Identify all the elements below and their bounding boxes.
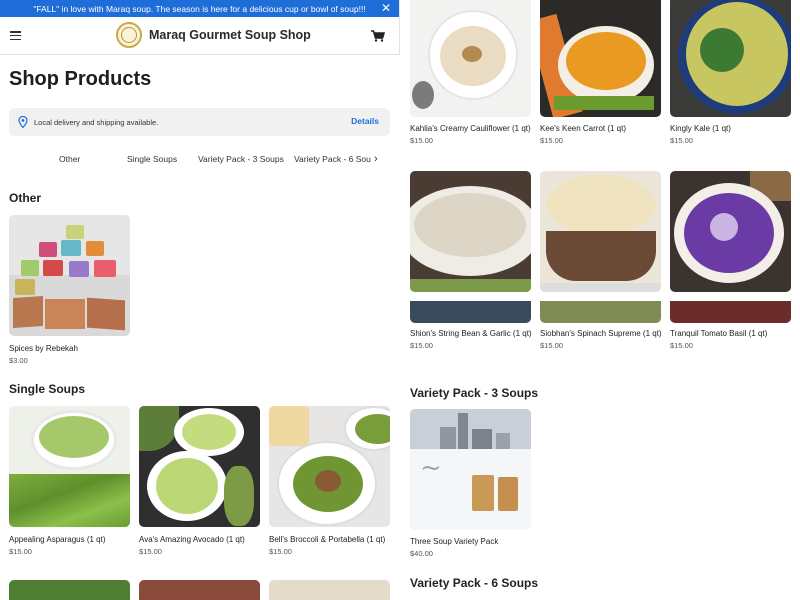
brand[interactable]: Maraq Gourmet Soup Shop	[116, 22, 311, 48]
product-image	[410, 301, 531, 323]
cityscape-graphic: ~	[420, 453, 442, 483]
announcement-banner: "FALL" in love with Maraq soup. The seas…	[0, 0, 399, 17]
product-card[interactable]: Kee's Keen Carrot (1 qt) $15.00	[540, 0, 662, 145]
product-image	[9, 406, 130, 527]
product-card[interactable]: Kingly Kale (1 qt) $15.00	[670, 0, 792, 145]
product-name: Siobhan's Spinach Supreme (1 qt)	[540, 329, 662, 338]
category-tabs: Other Single Soups Variety Pack - 3 Soup…	[0, 150, 390, 170]
product-price: $15.00	[670, 341, 693, 350]
product-price: $15.00	[9, 547, 32, 556]
tab-variety-pack-3[interactable]: Variety Pack - 3 Soups	[198, 154, 284, 164]
product-name: Kee's Keen Carrot (1 qt)	[540, 124, 627, 133]
product-image	[670, 171, 791, 292]
product-card[interactable]: Appealing Asparagus (1 qt) $15.00	[9, 406, 131, 556]
banner-text: "FALL" in love with Maraq soup. The seas…	[33, 3, 366, 14]
section-title-variety-pack-6: Variety Pack - 6 Soups	[410, 576, 539, 590]
product-card[interactable]: Shion's String Bean & Garlic (1 qt) $15.…	[410, 171, 532, 350]
product-price: $15.00	[139, 547, 162, 556]
product-card[interactable]: Ava's Amazing Avocado (1 qt) $15.00	[139, 406, 261, 556]
product-card[interactable]: Bell's Broccoli & Portabella (1 qt) $15.…	[269, 406, 391, 556]
product-image	[670, 0, 791, 117]
site-header: Maraq Gourmet Soup Shop	[0, 17, 399, 55]
product-card[interactable]: ~ Three Soup Variety Pack $40.00	[410, 409, 532, 558]
section-title-variety-pack-3: Variety Pack - 3 Soups	[410, 386, 539, 400]
product-name: Three Soup Variety Pack	[410, 537, 499, 546]
section-title-other: Other	[9, 191, 42, 205]
product-name: Spices by Rebekah	[9, 344, 78, 353]
delivery-notice: Local delivery and shipping available. D…	[9, 108, 390, 136]
brand-name: Maraq Gourmet Soup Shop	[149, 28, 311, 42]
product-image	[410, 171, 531, 292]
product-name: Tranquil Tomato Basil (1 qt)	[670, 329, 768, 338]
product-price: $15.00	[269, 547, 292, 556]
left-pane: "FALL" in love with Maraq soup. The seas…	[0, 0, 399, 600]
product-price: $15.00	[670, 136, 693, 145]
hamburger-icon[interactable]	[10, 31, 21, 41]
close-icon[interactable]: ✕	[381, 1, 391, 15]
page-title: Shop Products	[9, 68, 152, 90]
product-image	[269, 406, 390, 527]
product-name: Kingly Kale (1 qt)	[670, 124, 731, 133]
tab-other[interactable]: Other	[59, 154, 80, 164]
product-price: $15.00	[410, 136, 433, 145]
details-link[interactable]: Details	[351, 116, 379, 126]
delivery-text: Local delivery and shipping available.	[34, 117, 159, 127]
product-price: $40.00	[410, 549, 433, 558]
product-image	[410, 0, 531, 117]
product-price: $15.00	[540, 341, 563, 350]
product-card[interactable]: Siobhan's Spinach Supreme (1 qt) $15.00	[540, 171, 662, 350]
product-name: Shion's String Bean & Garlic (1 qt)	[410, 329, 532, 338]
product-name: Appealing Asparagus (1 qt)	[9, 535, 106, 544]
product-image	[540, 301, 661, 323]
logo	[116, 22, 142, 48]
cart-icon[interactable]	[371, 30, 385, 42]
product-image	[670, 301, 791, 323]
product-card[interactable]: Tranquil Tomato Basil (1 qt) $15.00	[670, 171, 792, 350]
product-price: $3.00	[9, 356, 28, 365]
product-name: Bell's Broccoli & Portabella (1 qt)	[269, 535, 386, 544]
right-pane: Kahlia's Creamy Cauliflower (1 qt) $15.0…	[400, 0, 800, 600]
product-card[interactable]: Kahlia's Creamy Cauliflower (1 qt) $15.0…	[410, 0, 532, 145]
product-image	[540, 0, 661, 117]
product-image[interactable]	[139, 580, 260, 600]
product-name: Kahlia's Creamy Cauliflower (1 qt)	[410, 124, 531, 133]
product-price: $15.00	[540, 136, 563, 145]
product-image[interactable]	[9, 580, 130, 600]
location-pin-icon	[18, 116, 28, 128]
section-title-single-soups: Single Soups	[9, 382, 86, 396]
product-name: Ava's Amazing Avocado (1 qt)	[139, 535, 245, 544]
chevron-right-icon[interactable]: ›	[374, 153, 378, 165]
product-image[interactable]	[269, 580, 390, 600]
product-image	[139, 406, 260, 527]
product-image: ~	[410, 409, 531, 530]
product-price: $15.00	[410, 341, 433, 350]
product-card[interactable]: Spices by Rebekah $3.00	[9, 215, 131, 365]
product-image	[540, 171, 661, 292]
product-image	[9, 215, 130, 336]
tab-single-soups[interactable]: Single Soups	[127, 154, 177, 164]
tab-variety-pack-6[interactable]: Variety Pack - 6 Sou	[294, 154, 371, 164]
